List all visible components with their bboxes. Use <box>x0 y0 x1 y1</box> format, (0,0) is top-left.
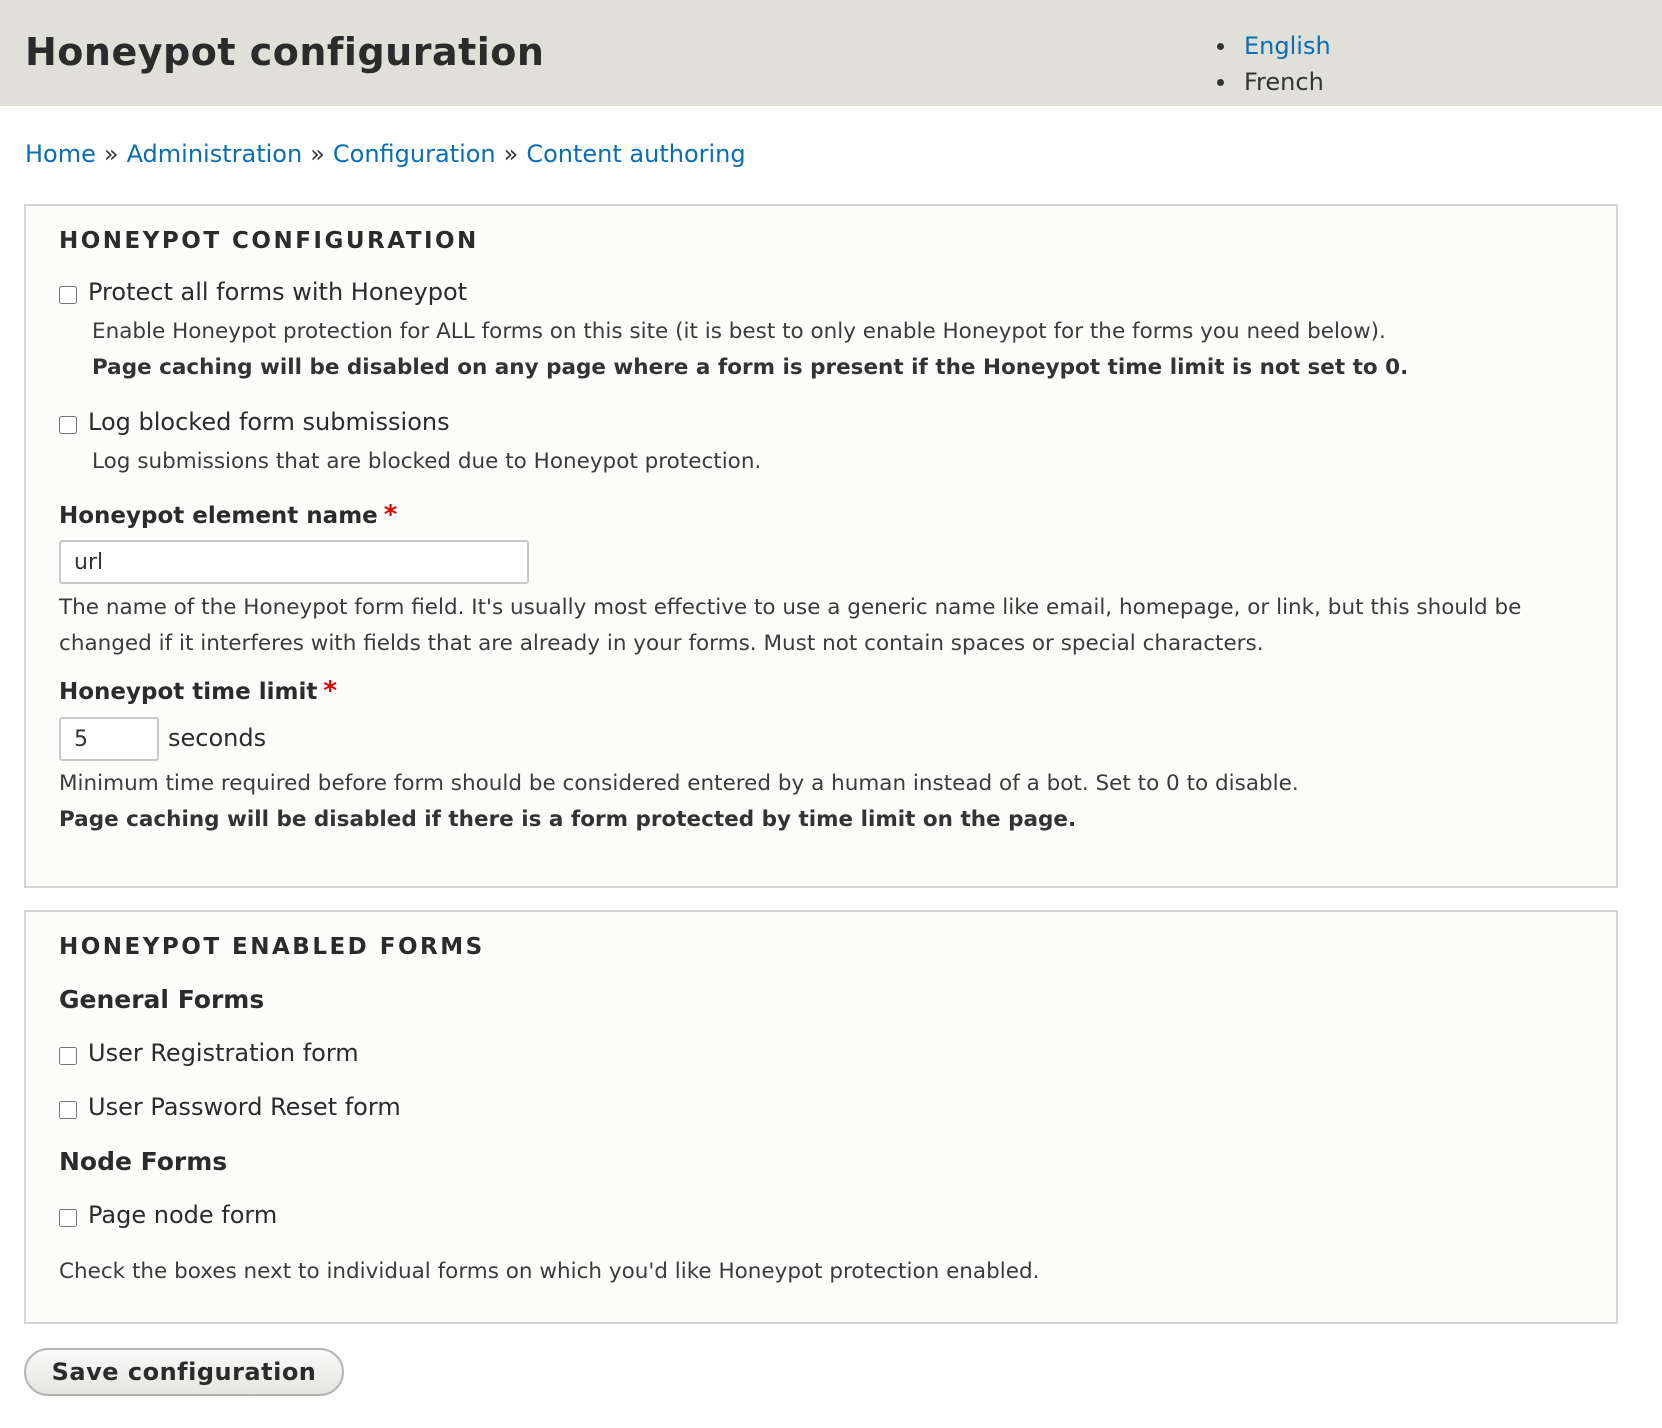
language-switcher: English French <box>1212 28 1331 100</box>
time-limit-suffix: seconds <box>168 724 267 752</box>
breadcrumb-configuration[interactable]: Configuration <box>333 140 496 168</box>
node-forms-title: Node Forms <box>59 1147 228 1176</box>
time-limit-input[interactable] <box>59 717 159 761</box>
element-name-input[interactable] <box>59 540 529 584</box>
element-name-label: Honeypot element name <box>59 503 378 529</box>
save-configuration-button[interactable]: Save configuration <box>24 1348 344 1396</box>
fieldset-legend-enabled-forms: HONEYPOT ENABLED FORMS <box>59 934 485 960</box>
breadcrumb: Home» Administration» Configuration» Conten… <box>25 136 746 172</box>
protect-all-description: Enable Honeypot protection for ALL forms… <box>92 319 1386 344</box>
user-password-reset-form-label[interactable]: User Password Reset form <box>88 1093 401 1121</box>
language-item-french: French <box>1212 64 1331 100</box>
breadcrumb-home[interactable]: Home <box>25 140 96 168</box>
honeypot-configuration-fieldset: HONEYPOT CONFIGURATION Protect all forms… <box>24 204 1618 888</box>
page-title: Honeypot configuration <box>25 30 545 74</box>
page-header: Honeypot configuration English French <box>0 0 1662 106</box>
protect-all-checkbox[interactable] <box>59 286 77 304</box>
breadcrumb-content-authoring[interactable]: Content authoring <box>526 140 745 168</box>
time-limit-warning: Page caching will be disabled if there i… <box>59 807 1077 832</box>
language-link-english[interactable]: English <box>1244 32 1331 60</box>
log-blocked-label[interactable]: Log blocked form submissions <box>88 408 450 436</box>
element-name-description-line2: changed if it interferes with fields tha… <box>59 631 1264 656</box>
breadcrumb-administration[interactable]: Administration <box>127 140 303 168</box>
breadcrumb-separator: » <box>503 140 519 168</box>
language-item-english: English <box>1212 28 1331 64</box>
user-registration-form-checkbox[interactable] <box>59 1047 77 1065</box>
log-blocked-checkbox[interactable] <box>59 416 77 434</box>
user-password-reset-form-checkbox[interactable] <box>59 1101 77 1119</box>
required-marker: * <box>383 500 398 530</box>
breadcrumb-separator: » <box>103 140 119 168</box>
page-node-form-checkbox[interactable] <box>59 1209 77 1227</box>
time-limit-label: Honeypot time limit <box>59 679 318 705</box>
required-marker: * <box>323 676 337 706</box>
breadcrumb-separator: » <box>310 140 325 168</box>
time-limit-label-row: Honeypot time limit * <box>59 676 337 706</box>
log-blocked-description: Log submissions that are blocked due to … <box>92 449 762 474</box>
fieldset-legend-configuration: HONEYPOT CONFIGURATION <box>59 228 479 254</box>
time-limit-description: Minimum time required before form should… <box>59 771 1299 796</box>
enabled-forms-help: Check the boxes next to individual forms… <box>59 1259 1040 1284</box>
honeypot-enabled-forms-fieldset: HONEYPOT ENABLED FORMS General Forms Use… <box>24 910 1618 1324</box>
element-name-label-row: Honeypot element name * <box>59 500 397 530</box>
element-name-description-line1: The name of the Honeypot form field. It'… <box>59 595 1522 620</box>
page-node-form-label[interactable]: Page node form <box>88 1201 277 1229</box>
protect-all-warning: Page caching will be disabled on any pag… <box>92 355 1409 380</box>
protect-all-label[interactable]: Protect all forms with Honeypot <box>88 278 467 306</box>
general-forms-title: General Forms <box>59 985 265 1014</box>
user-registration-form-label[interactable]: User Registration form <box>88 1039 359 1067</box>
